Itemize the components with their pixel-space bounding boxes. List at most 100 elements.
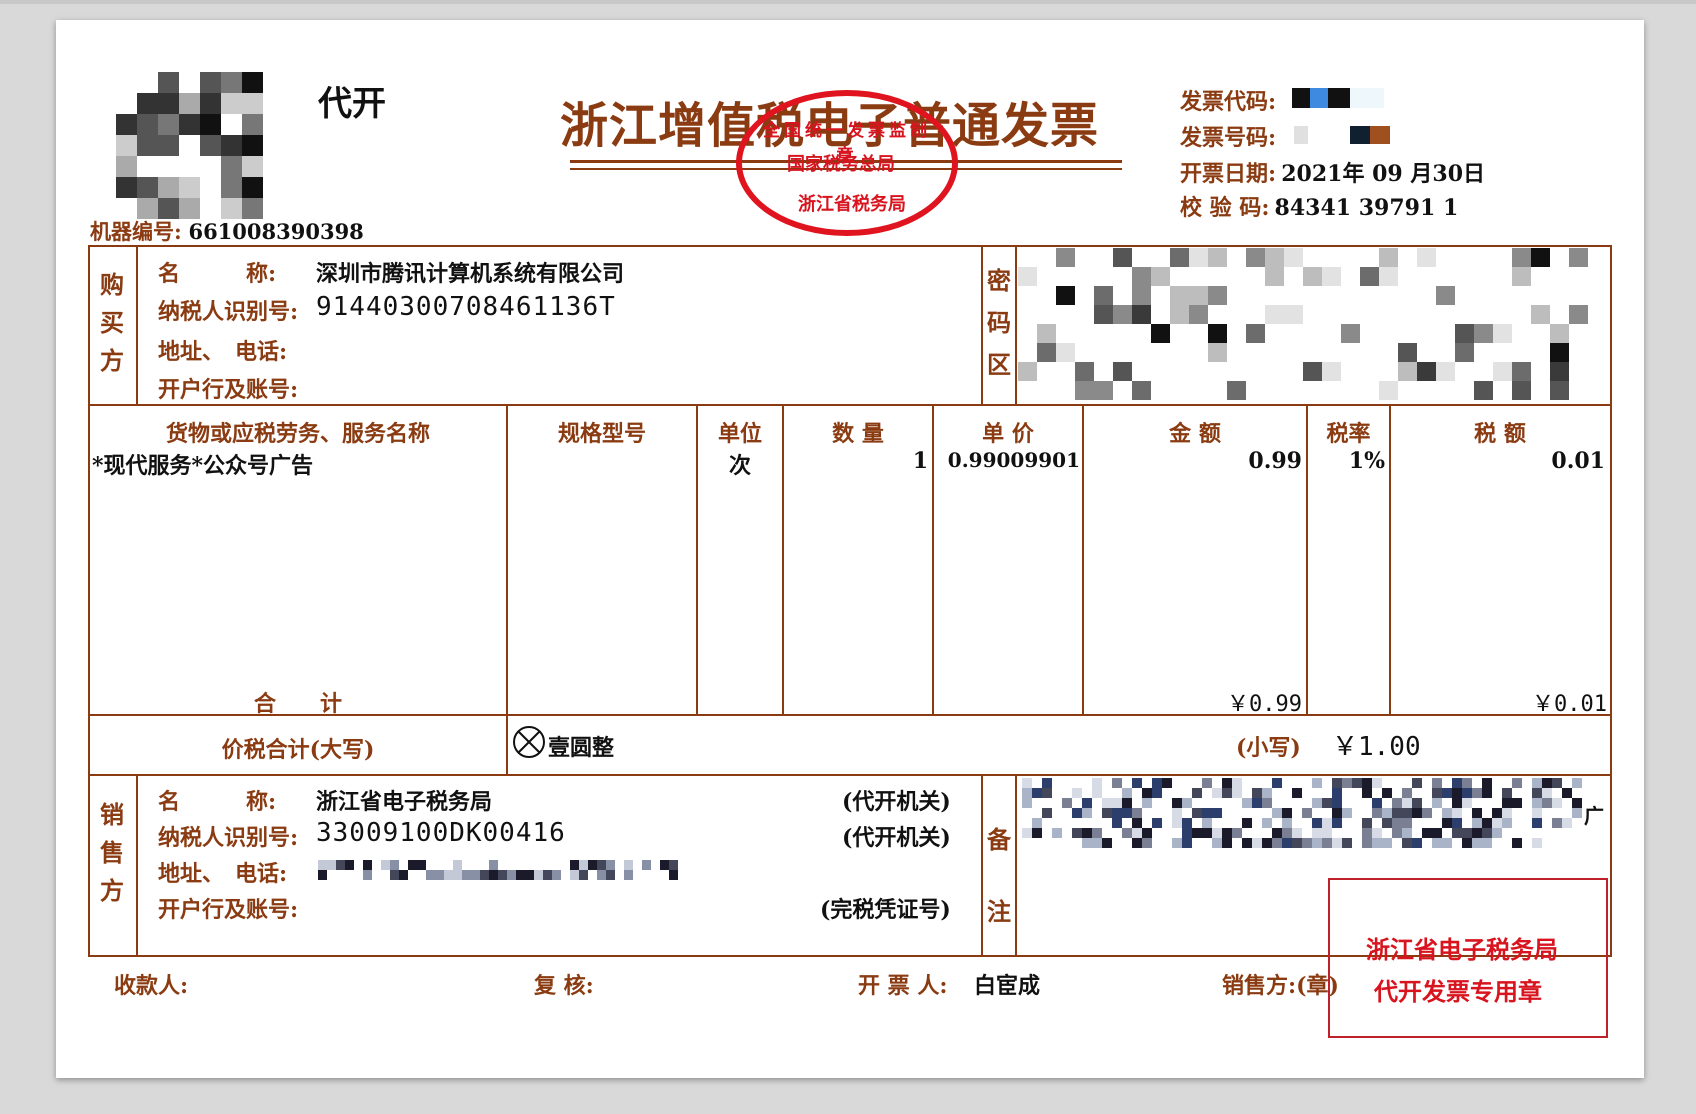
mosaic-cell [1442, 818, 1452, 828]
mosaic-cell [1152, 778, 1162, 788]
mosaic-cell [1312, 818, 1322, 828]
mosaic-cell [1455, 343, 1474, 362]
mosaic-cell [1379, 267, 1398, 286]
seller-seal-line-1: 浙江省电子税务局 [1366, 935, 1558, 964]
mosaic-cell [1222, 788, 1232, 798]
mosaic-cell [660, 860, 669, 870]
mosaic-cell [1360, 267, 1379, 286]
mosaic-cell [200, 135, 221, 156]
mosaic-cell [1102, 838, 1112, 848]
seller-side-char-2: 售 [100, 838, 124, 867]
buyer-taxid: 91440300708461136T [316, 292, 616, 322]
mosaic-cell [1472, 828, 1482, 838]
mosaic-cell [489, 870, 498, 880]
mosaic-cell [1492, 818, 1502, 828]
stamp-line-2: 浙江省税务局 [798, 194, 906, 215]
mosaic-cell [1152, 818, 1162, 828]
mosaic-cell [1094, 286, 1113, 305]
mosaic-cell [1392, 808, 1402, 818]
mosaic-cell [624, 870, 633, 880]
sum-lower-value: ￥1.00 [1332, 732, 1421, 762]
check-code: 校 验 码: 84341 39791 1 [1180, 190, 1458, 222]
sum-label: 价税合计(大写) [221, 737, 375, 763]
mosaic-cell [1072, 788, 1082, 798]
mosaic-cell [200, 93, 221, 114]
mosaic-cell [1462, 828, 1472, 838]
mosaic-cell [1552, 778, 1562, 788]
mosaic-cell [1512, 838, 1522, 848]
mosaic-cell [1142, 838, 1152, 848]
mosaic-cell [1022, 788, 1032, 798]
mosaic-cell [1102, 798, 1112, 808]
mosaic-cell [516, 870, 525, 880]
mosaic-cell [1452, 808, 1462, 818]
buyer-side-char-1: 购 [100, 270, 124, 299]
mosaic-cell [1462, 838, 1472, 848]
mosaic-cell [1402, 788, 1412, 798]
mosaic-cell [1032, 788, 1042, 798]
mosaic-cell [1482, 778, 1492, 788]
mosaic-cell [1037, 324, 1056, 343]
mosaic-cell [1094, 381, 1113, 400]
mosaic-cell [1192, 828, 1202, 838]
mosaic-cell [1208, 286, 1227, 305]
mosaic-cell [1056, 343, 1075, 362]
check-code-value: 84341 39791 1 [1274, 195, 1459, 221]
mosaic-cell [1303, 362, 1322, 381]
mosaic-cell [1170, 286, 1189, 305]
mosaic-cell [1208, 324, 1227, 343]
item-price: 0.99009901 [947, 448, 1080, 472]
mosaic-cell [1322, 362, 1341, 381]
mosaic-cell [1342, 808, 1352, 818]
mosaic-cell [1562, 788, 1572, 798]
qr-code [116, 72, 266, 222]
mosaic-cell [1352, 778, 1362, 788]
mosaic-cell [1265, 267, 1284, 286]
mosaic-cell [1532, 808, 1542, 818]
line-buyer-bottom [88, 404, 1612, 406]
mosaic-cell [1432, 788, 1442, 798]
mosaic-cell [1042, 778, 1052, 788]
mosaic-cell [426, 870, 435, 880]
mosaic-cell [1436, 286, 1455, 305]
cipher-side-char-2: 码 [987, 308, 1011, 337]
mosaic-cell [1422, 808, 1432, 818]
buyer-side-char-2: 买 [100, 308, 124, 337]
mosaic-cell [435, 870, 444, 880]
mosaic-cell [1432, 828, 1442, 838]
mosaic-cell [1075, 381, 1094, 400]
mosaic-cell [1342, 778, 1352, 788]
cipher-side-char-3: 区 [987, 350, 1011, 379]
item-qty: 1 [912, 448, 928, 474]
mosaic-cell [327, 860, 336, 870]
mosaic-cell [1372, 838, 1382, 848]
mosaic-cell [1312, 778, 1322, 788]
mosaic-cell [1132, 778, 1142, 788]
buyer-side-label: 购 买 方 [98, 266, 126, 380]
mosaic-cell [1452, 788, 1462, 798]
mosaic-cell [1075, 362, 1094, 381]
mosaic-cell [1037, 343, 1056, 362]
mosaic-cell [1302, 838, 1312, 848]
mosaic-cell [1542, 798, 1552, 808]
mosaic-cell [242, 72, 263, 93]
mosaic-cell [1162, 778, 1172, 788]
mosaic-cell [489, 860, 498, 870]
mosaic-cell [453, 870, 462, 880]
mosaic-cell [1531, 248, 1550, 267]
mosaic-cell [1202, 818, 1212, 828]
mosaic-cell [1232, 788, 1242, 798]
mosaic-cell [1562, 818, 1572, 828]
buyer-address-label: 地址、 电话: [158, 339, 288, 365]
col-divider-name [506, 404, 508, 716]
mosaic-cell [1132, 286, 1151, 305]
mosaic-cell [158, 114, 179, 135]
mosaic-cell [1242, 838, 1252, 848]
mosaic-cell [1452, 798, 1462, 808]
cipher-side-char-1: 密 [987, 266, 1011, 295]
mosaic-cell [1472, 808, 1482, 818]
mosaic-cell [318, 870, 327, 880]
mosaic-cell [1462, 788, 1472, 798]
seller-seal-line-2: 代开发票专用章 [1374, 977, 1542, 1006]
mosaic-cell [1242, 818, 1252, 828]
